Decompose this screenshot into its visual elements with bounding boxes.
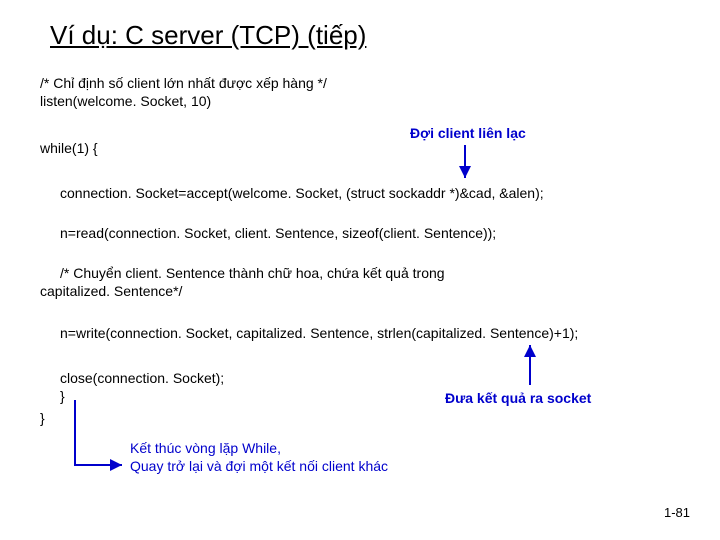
label-wait-client: Đợi client liên lạc xyxy=(410,125,526,141)
code-write: n=write(connection. Socket, capitalized.… xyxy=(60,325,578,341)
code-while: while(1) { xyxy=(40,140,98,156)
code-comment-2b: capitalized. Sentence*/ xyxy=(40,283,182,299)
label-loop-2: Quay trở lại và đợi một kết nối client k… xyxy=(130,458,388,474)
code-read: n=read(connection. Socket, client. Sente… xyxy=(60,225,496,241)
code-comment-2a: /* Chuyển client. Sentence thành chữ hoa… xyxy=(60,265,445,281)
slide-title: Ví dụ: C server (TCP) (tiếp) xyxy=(50,20,366,51)
code-brace-inner: } xyxy=(60,388,65,404)
label-output-socket: Đưa kết quả ra socket xyxy=(445,390,591,406)
page-number: 1-81 xyxy=(664,505,690,520)
label-loop-1: Kết thúc vòng lặp While, xyxy=(130,440,281,456)
code-close: close(connection. Socket); xyxy=(60,370,224,386)
code-accept: connection. Socket=accept(welcome. Socke… xyxy=(60,185,544,201)
code-listen: listen(welcome. Socket, 10) xyxy=(40,93,211,109)
code-brace-outer: } xyxy=(40,410,45,426)
code-comment-1: /* Chỉ định số client lớn nhất được xếp … xyxy=(40,75,327,91)
